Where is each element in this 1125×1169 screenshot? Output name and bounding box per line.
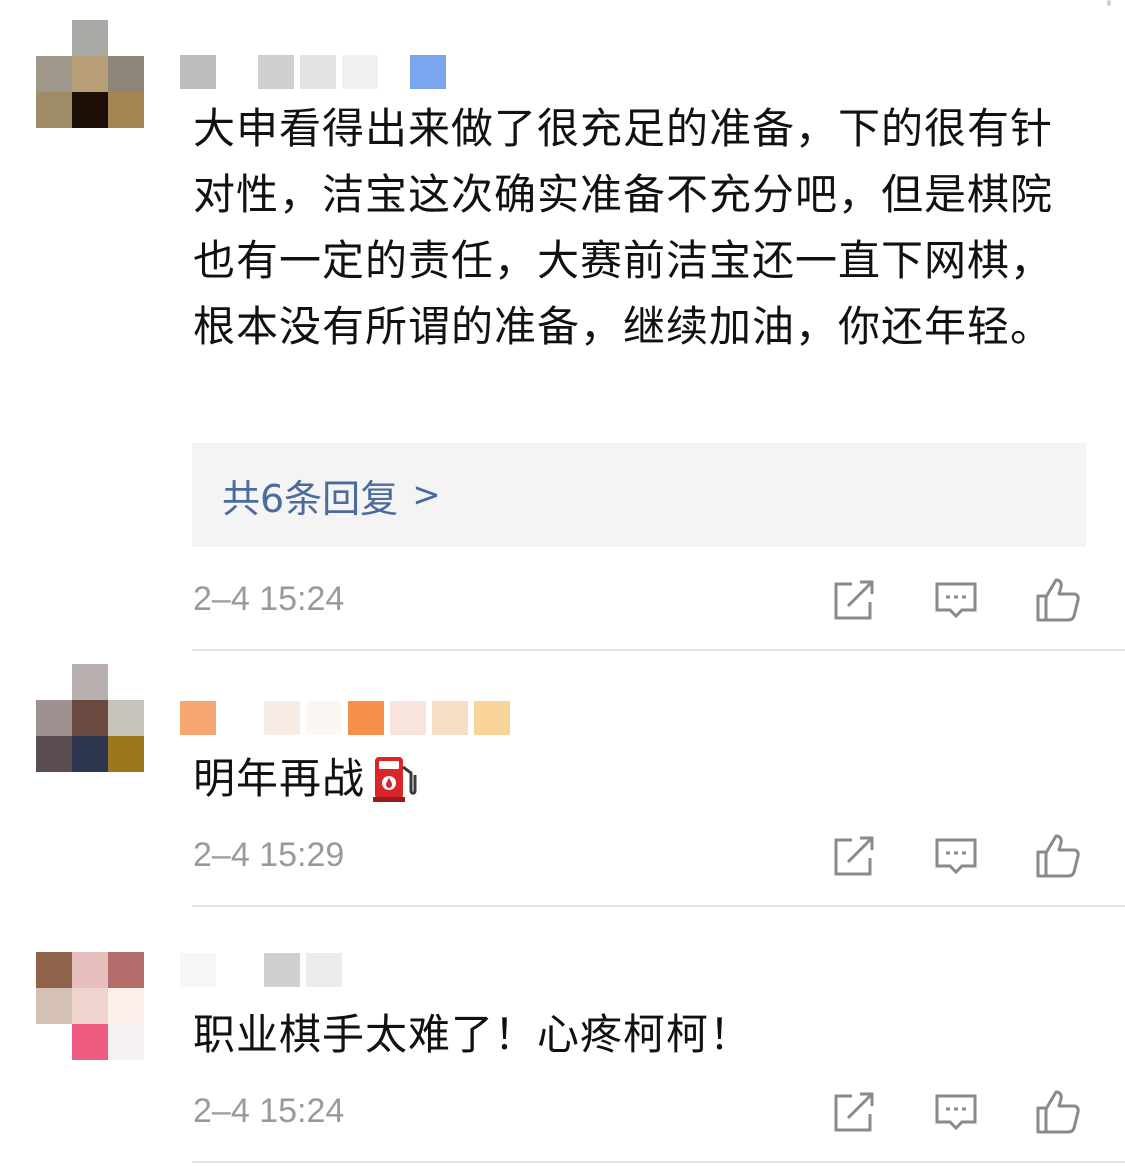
comment-text-row: 明年再战 (193, 746, 1073, 812)
comment-text: 职业棋手太难了！心疼柯柯！ (193, 1010, 753, 1059)
repost-icon[interactable] (830, 832, 878, 880)
divider (192, 905, 1125, 907)
comment-icon[interactable] (932, 576, 980, 624)
like-icon[interactable] (1034, 1088, 1082, 1136)
username[interactable] (180, 55, 446, 89)
comment-icon[interactable] (932, 832, 980, 880)
like-icon[interactable] (1034, 832, 1082, 880)
chevron-right-icon: > (412, 475, 441, 515)
fuel-pump-icon (371, 753, 419, 803)
comment-actions (830, 1088, 1090, 1136)
avatar[interactable] (36, 20, 144, 128)
comment-actions (830, 832, 1090, 880)
avatar[interactable] (36, 664, 144, 772)
comment-icon[interactable] (932, 1088, 980, 1136)
view-replies-link[interactable]: 共6条回复 > (222, 468, 441, 523)
timestamp: 2–4 15:24 (193, 1092, 345, 1130)
comment-text: 明年再战 (193, 754, 366, 803)
timestamp: 2–4 15:24 (193, 580, 345, 618)
scroll-indicator (1107, 0, 1111, 6)
avatar[interactable] (36, 952, 144, 1060)
divider (192, 649, 1125, 651)
comment-actions (830, 576, 1090, 624)
divider (192, 1161, 1125, 1163)
comment-text: 大申看得出来做了很充足的准备，下的很有针对性，洁宝这次确实准备不充分吧，但是棋院… (193, 104, 1054, 351)
reply-box[interactable]: 共6条回复 > (192, 443, 1086, 547)
username[interactable] (180, 953, 342, 987)
username[interactable] (180, 701, 510, 735)
like-icon[interactable] (1034, 576, 1082, 624)
repost-icon[interactable] (830, 576, 878, 624)
reply-count-label: 共6条回复 (222, 476, 399, 521)
timestamp: 2–4 15:29 (193, 836, 345, 874)
repost-icon[interactable] (830, 1088, 878, 1136)
